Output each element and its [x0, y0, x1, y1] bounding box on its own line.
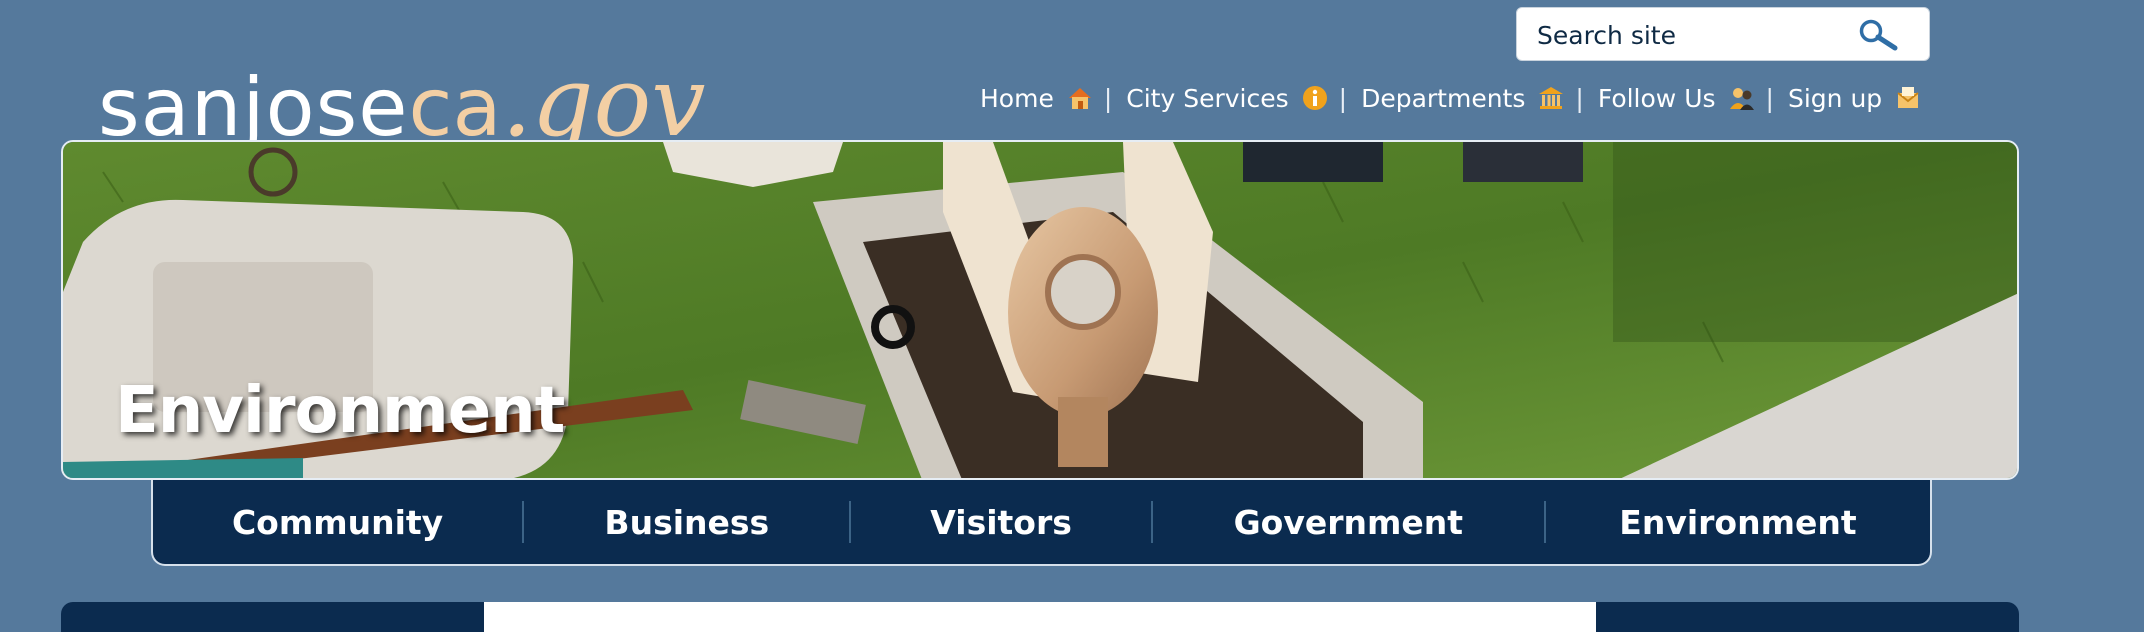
hero-banner: Environment: [61, 140, 2019, 480]
main-nav: Community Business Visitors Government E…: [151, 480, 1932, 566]
topnav-separator: |: [1765, 83, 1774, 113]
search-box: [1516, 7, 1930, 61]
topnav-departments-label: Departments: [1361, 83, 1526, 113]
envelope-icon: [1897, 87, 1919, 108]
search-input[interactable]: [1535, 17, 1859, 53]
info-icon: [1302, 86, 1327, 110]
topnav-sign-up-label: Sign up: [1787, 83, 1883, 113]
topnav-sign-up[interactable]: Sign up: [1788, 84, 1922, 113]
tab-business[interactable]: Business: [524, 503, 849, 542]
topnav-follow-us[interactable]: Follow Us: [1598, 84, 1756, 113]
topnav-home-label: Home: [980, 83, 1054, 113]
topnav-city-services-label: City Services: [1126, 83, 1289, 113]
people-icon: [1729, 88, 1754, 110]
tab-environment[interactable]: Environment: [1546, 503, 1930, 542]
topnav-follow-us-label: Follow Us: [1597, 83, 1716, 113]
topnav-city-services[interactable]: City Services: [1126, 84, 1328, 113]
top-nav: Home | City Services | Departments | Fol…: [980, 78, 1922, 118]
tab-visitors[interactable]: Visitors: [851, 503, 1150, 542]
search-icon[interactable]: [1855, 19, 1901, 51]
content-panel: [484, 602, 1596, 632]
house-icon: [1068, 88, 1091, 109]
topnav-departments[interactable]: Departments: [1361, 84, 1565, 113]
hero-title: Environment: [115, 374, 565, 448]
topnav-separator: |: [1103, 83, 1113, 113]
topnav-home[interactable]: Home: [980, 84, 1094, 113]
tab-government[interactable]: Government: [1153, 503, 1544, 542]
tab-community[interactable]: Community: [153, 503, 522, 542]
topnav-separator: |: [1575, 83, 1584, 113]
building-icon: [1539, 87, 1564, 109]
topnav-separator: |: [1338, 83, 1348, 113]
